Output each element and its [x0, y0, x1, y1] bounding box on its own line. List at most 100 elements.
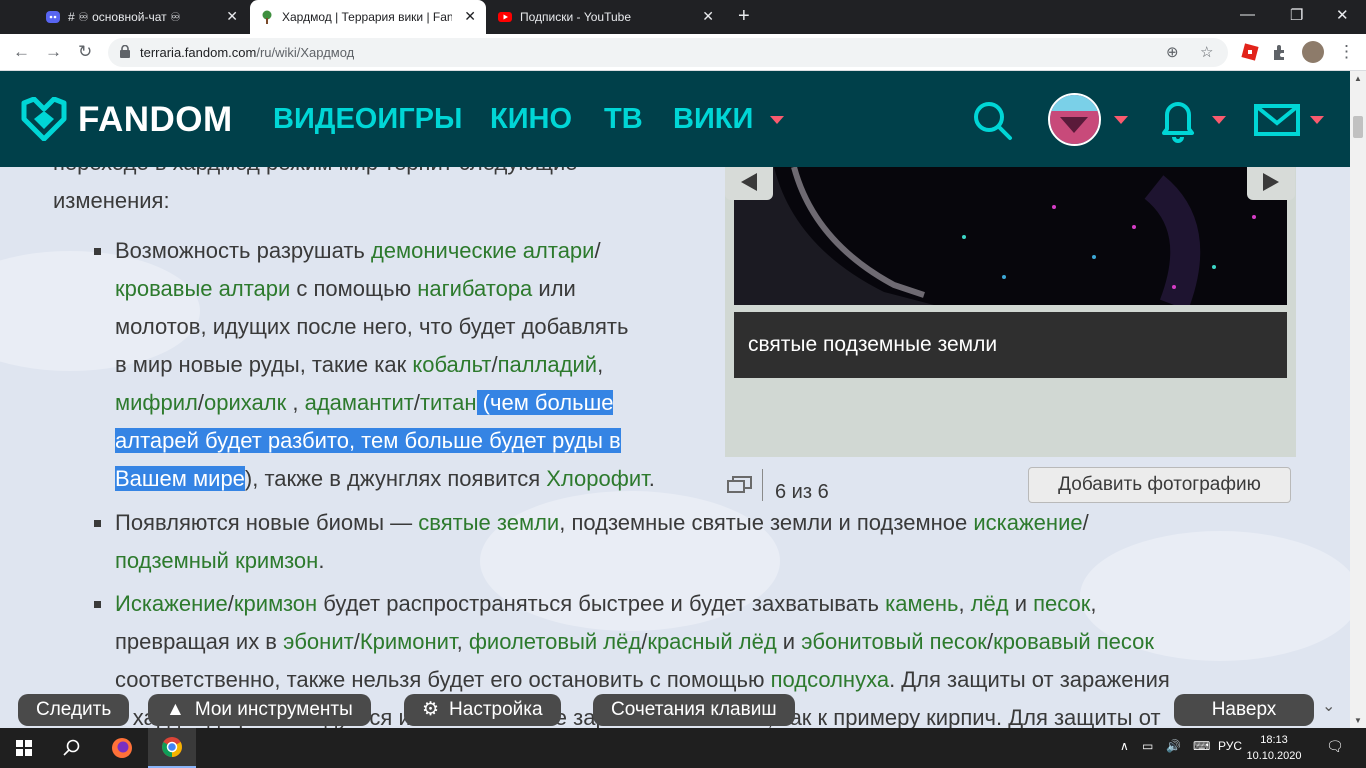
bookmark-star-icon[interactable]: ☆	[1200, 43, 1213, 61]
reload-icon[interactable]: ↻	[78, 42, 92, 62]
link-sand[interactable]: песок	[1033, 591, 1090, 616]
chevron-down-icon[interactable]	[770, 116, 784, 124]
link-ebonsand[interactable]: эбонитовый песок	[801, 629, 987, 654]
network-icon[interactable]: ⌨	[1193, 739, 1210, 753]
link-mythril[interactable]: мифрил	[115, 390, 198, 415]
link-adamantite[interactable]: адамантит	[305, 390, 414, 415]
tab-title: Хардмод | Террария вики | Fandom	[282, 10, 452, 24]
customize-label: Настройка	[449, 699, 543, 720]
collapse-toolbar-icon[interactable]: ⌄	[1322, 696, 1335, 716]
link-ice[interactable]: лёд	[971, 591, 1009, 616]
chrome-taskbar-item[interactable]	[148, 728, 196, 768]
gallery-prev-button[interactable]	[725, 167, 773, 200]
fandom-heart-logo-icon[interactable]	[20, 97, 68, 141]
forward-icon[interactable]: →	[45, 42, 62, 62]
divider	[762, 469, 763, 501]
firefox-taskbar-item[interactable]	[98, 728, 146, 768]
link-demon-altar[interactable]: демонические алтари	[371, 238, 595, 263]
extensions-puzzle-icon[interactable]	[1270, 42, 1290, 62]
new-tab-icon[interactable]: +	[738, 6, 750, 26]
scroll-down-icon[interactable]: ▼	[1354, 716, 1362, 725]
list-bullet	[94, 520, 101, 527]
gallery-next-button[interactable]	[1247, 167, 1295, 200]
battery-icon[interactable]: ▭	[1142, 739, 1153, 753]
chevron-down-icon[interactable]	[1114, 116, 1128, 124]
close-icon[interactable]: ✕	[702, 9, 714, 23]
taskbar-clock[interactable]: 18:13 10.10.2020	[1244, 732, 1304, 764]
list-bullet	[94, 248, 101, 255]
scrollbar-thumb[interactable]	[1353, 116, 1363, 138]
notification-center-icon[interactable]: 🗨	[1326, 738, 1344, 755]
address-bar[interactable]: terraria.fandom.com/ru/wiki/Хардмод ⊕ ☆	[108, 38, 1228, 67]
chevron-down-icon[interactable]	[1310, 116, 1324, 124]
list-line: подземный кримзон.	[115, 542, 324, 580]
follow-button[interactable]: Следить	[18, 694, 130, 726]
list-line: алтарей будет разбито, тем больше будет …	[115, 422, 621, 460]
roblox-extension-icon[interactable]	[1240, 42, 1260, 62]
link-crimstone[interactable]: Кримонит	[360, 629, 457, 654]
link-orichalcum[interactable]: орихалк	[204, 390, 286, 415]
restore-icon[interactable]: ❐	[1290, 6, 1303, 24]
link-corruption[interactable]: Искажение	[115, 591, 228, 616]
back-to-top-button[interactable]: Наверх	[1174, 694, 1314, 726]
nav-videogames[interactable]: ВИДЕОИГРЫ	[273, 103, 462, 136]
lock-icon	[120, 45, 130, 58]
search-icon[interactable]	[971, 99, 1013, 141]
close-icon[interactable]: ✕	[464, 9, 476, 23]
link-underground-crimson[interactable]: подземный кримзон	[115, 548, 318, 573]
link-ebonstone[interactable]: эбонит	[283, 629, 354, 654]
chevron-down-icon[interactable]	[1212, 116, 1226, 124]
link-corruption[interactable]: искажение	[973, 510, 1082, 535]
page-scrollbar[interactable]: ▲ ▼	[1350, 71, 1366, 728]
add-photo-button[interactable]: Добавить фотографию	[1028, 467, 1291, 503]
link-chlorophyte[interactable]: Хлорофит	[546, 466, 649, 491]
link-crimson[interactable]: кримзон	[234, 591, 317, 616]
link-stone[interactable]: камень	[885, 591, 958, 616]
text: , подземные святые земли и подземное	[559, 510, 974, 535]
windows-taskbar: ∧ ▭ 🔊 ⌨ РУС 18:13 10.10.2020 🗨	[0, 728, 1366, 768]
list-line: кровавые алтари с помощью нагибатора или	[115, 270, 576, 308]
link-cobalt[interactable]: кобальт	[412, 352, 491, 377]
link-red-ice[interactable]: красный лёд	[647, 629, 776, 654]
chrome-icon	[162, 737, 182, 757]
volume-icon[interactable]: 🔊	[1166, 739, 1181, 753]
shortcuts-button[interactable]: Сочетания клавиш	[593, 694, 795, 726]
gallery-image[interactable]	[734, 167, 1287, 305]
nav-movies[interactable]: КИНО	[490, 103, 572, 136]
nav-tv[interactable]: ТВ	[604, 103, 643, 136]
link-crimson-altar[interactable]: кровавые алтари	[115, 276, 290, 301]
list-line: в мир новые руды, такие как кобальт/палл…	[115, 346, 603, 384]
intro-text: изменения:	[53, 188, 170, 213]
fandom-logo-text[interactable]: FANDOM	[78, 100, 233, 140]
my-tools-button[interactable]: ▲ Мои инструменты	[148, 694, 371, 726]
link-titanium[interactable]: титан	[420, 390, 477, 415]
messages-envelope-icon[interactable]	[1254, 104, 1300, 136]
user-avatar[interactable]	[1048, 93, 1101, 146]
profile-avatar[interactable]	[1302, 41, 1324, 63]
link-crimsand[interactable]: кровавый песок	[993, 629, 1154, 654]
tab-youtube[interactable]: Подписки - YouTube ✕	[488, 0, 724, 34]
customize-button[interactable]: ⚙ Настройка	[404, 694, 561, 726]
tab-hardmode[interactable]: Хардмод | Террария вики | Fandom ✕	[250, 0, 486, 34]
taskbar-search-button[interactable]	[48, 728, 96, 768]
nav-wikis[interactable]: ВИКИ	[673, 103, 753, 136]
minimize-icon[interactable]: —	[1240, 6, 1255, 23]
text: /	[594, 238, 601, 263]
back-icon[interactable]: ←	[13, 42, 30, 62]
notifications-bell-icon[interactable]	[1161, 97, 1195, 143]
close-icon[interactable]: ✕	[226, 9, 238, 23]
start-button[interactable]	[0, 728, 48, 768]
link-palladium[interactable]: палладий	[498, 352, 597, 377]
link-purple-ice[interactable]: фиолетовый лёд	[469, 629, 641, 654]
browser-menu-icon[interactable]: ⋮	[1338, 42, 1355, 62]
zoom-icon[interactable]: ⊕	[1166, 43, 1179, 61]
my-tools-label: Мои инструменты	[194, 699, 353, 720]
link-hallow[interactable]: святые земли	[418, 510, 559, 535]
gear-icon: ⚙	[422, 699, 440, 720]
input-language[interactable]: РУС	[1218, 739, 1242, 753]
window-close-icon[interactable]: ✕	[1336, 6, 1349, 24]
scroll-up-icon[interactable]: ▲	[1354, 74, 1362, 83]
show-hidden-icons[interactable]: ∧	[1120, 739, 1129, 753]
tab-discord[interactable]: # ♾ основной-чат ♾ ✕	[36, 0, 248, 34]
link-pwnhammer[interactable]: нагибатора	[417, 276, 532, 301]
